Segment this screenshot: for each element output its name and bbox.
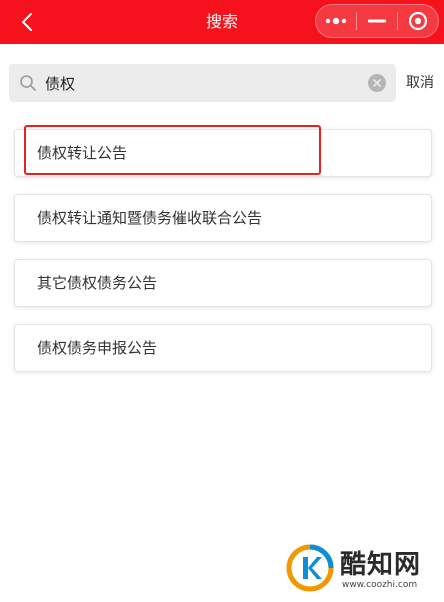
cancel-button[interactable]: 取消 [406, 72, 434, 92]
search-input[interactable] [45, 64, 365, 102]
brand-logo-icon [286, 544, 334, 592]
search-result-label: 债权转让公告 [37, 144, 128, 162]
clear-button[interactable] [368, 74, 386, 92]
search-result-item[interactable]: 债权债务申报公告 [14, 324, 432, 372]
watermark-url: www.coozhi.com [342, 580, 418, 590]
search-result-label: 债权转让通知暨债务催收联合公告 [37, 209, 263, 227]
search-result-item[interactable]: 债权转让公告 [14, 129, 432, 177]
search-result-label: 债权债务申报公告 [37, 339, 158, 357]
clear-icon [373, 79, 381, 87]
search-result-item[interactable]: 其它债权债务公告 [14, 259, 432, 307]
mini-program-capsule [315, 4, 439, 38]
minimize-icon [367, 19, 386, 23]
minimize-button[interactable] [357, 5, 397, 37]
search-result-label: 其它债权债务公告 [37, 274, 158, 292]
search-page: 搜索 债权 取消 债权转让公告 债权转让通知暨债务催收联合公告 其它债权债务公告… [0, 0, 444, 602]
navigation-bar: 搜索 [0, 0, 444, 44]
search-result-item[interactable]: 债权转让通知暨债务催收联合公告 [14, 194, 432, 242]
more-button[interactable] [316, 5, 356, 37]
search-icon [20, 75, 36, 91]
search-bar [9, 64, 396, 102]
target-close-icon [408, 11, 428, 31]
close-button[interactable] [398, 5, 438, 37]
watermark: 酷知网 www.coozhi.com [286, 540, 442, 596]
more-dots-icon [325, 17, 347, 25]
watermark-brand: 酷知网 [340, 550, 422, 580]
